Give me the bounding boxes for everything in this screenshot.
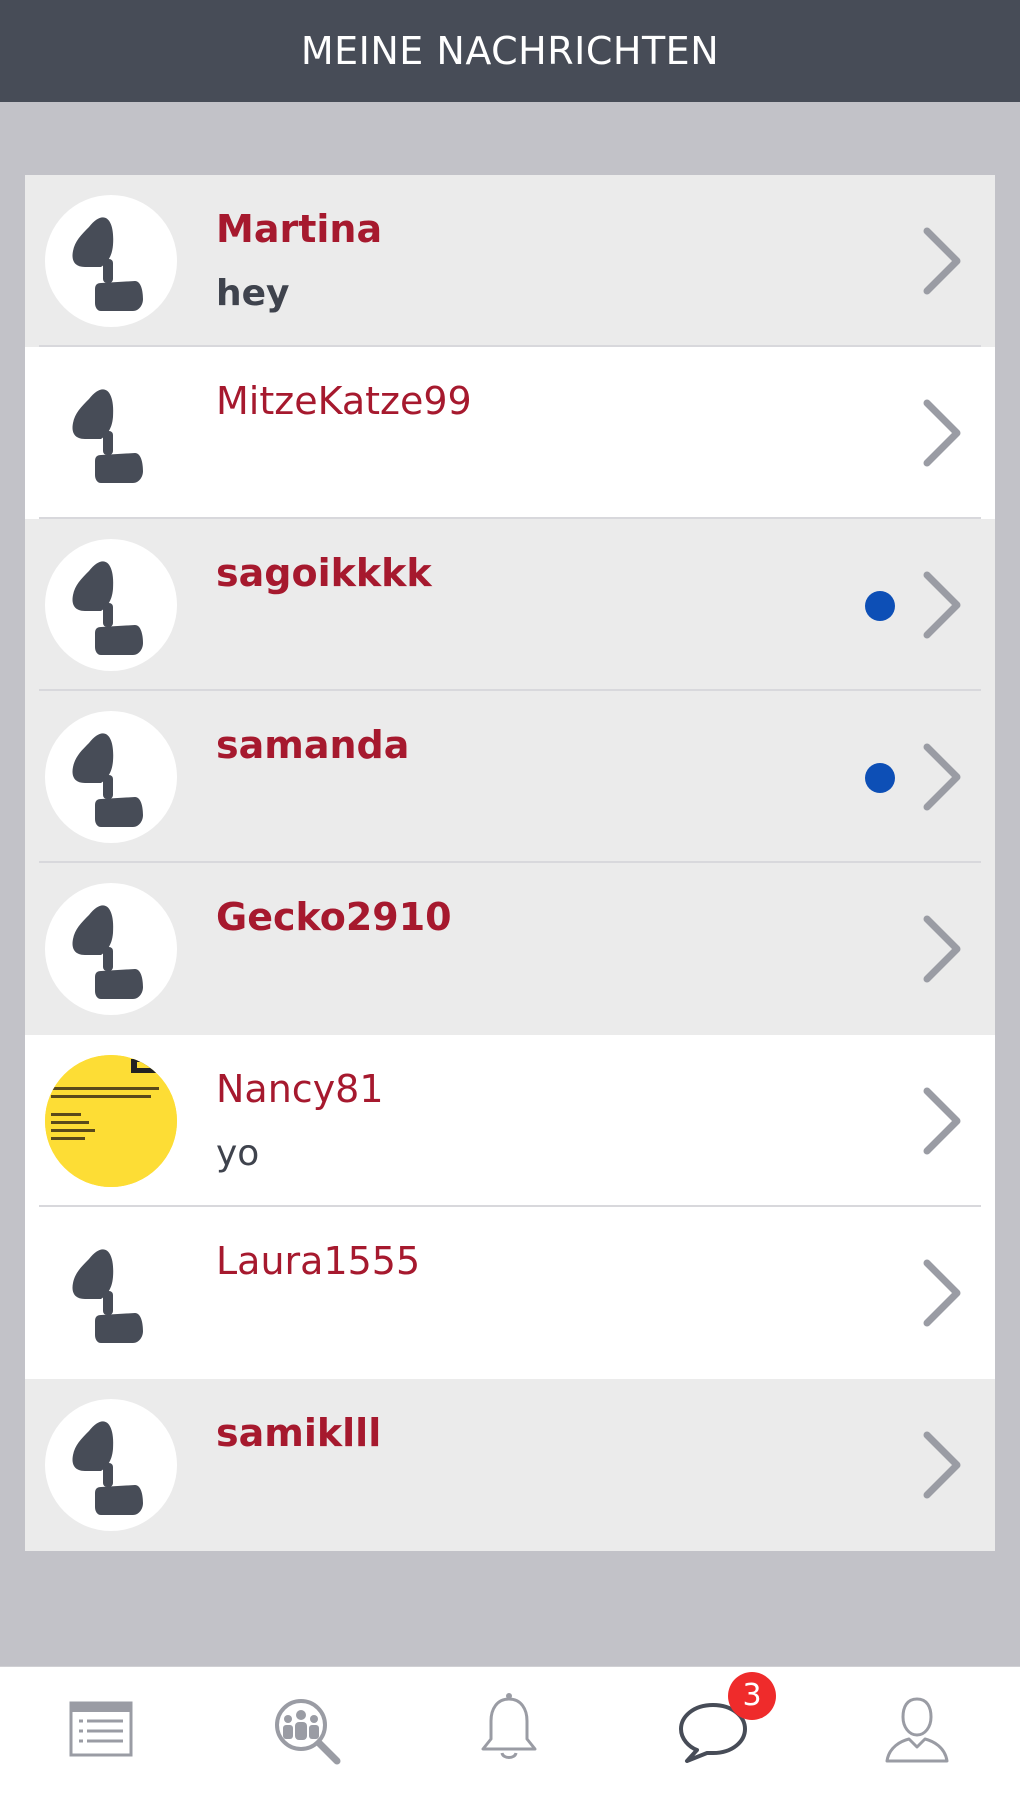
contact-name: samiklll <box>216 1411 382 1455</box>
contact-name: samanda <box>216 723 410 767</box>
avatar <box>45 195 177 327</box>
default-avatar-icon <box>72 1421 143 1515</box>
chevron-right-icon <box>923 743 961 811</box>
contact-name: Martina <box>216 207 383 251</box>
avatar <box>45 711 177 843</box>
page-title: MEINE NACHRICHTEN <box>300 29 720 73</box>
conversation-row-nancy81[interactable]: Nancy81 yo <box>25 1035 995 1207</box>
chevron-right-icon <box>923 1431 961 1499</box>
avatar <box>45 1227 177 1359</box>
chevron-right-icon <box>923 1259 961 1327</box>
default-avatar-icon <box>72 905 143 999</box>
bottom-tab-bar <box>0 1666 1020 1811</box>
avatar <box>45 539 177 671</box>
avatar <box>45 1399 177 1531</box>
tab-people-search[interactable] <box>263 1687 347 1771</box>
chevron-right-icon <box>923 227 961 295</box>
contact-name: Gecko2910 <box>216 895 452 939</box>
app-header: MEINE NACHRICHTEN <box>0 0 1020 102</box>
chevron-right-icon <box>923 915 961 983</box>
default-avatar-icon <box>72 217 143 311</box>
profile-icon <box>885 1697 949 1763</box>
tab-newsfeed[interactable] <box>59 1687 143 1771</box>
chevron-right-icon <box>923 571 961 639</box>
message-preview: hey <box>216 273 290 314</box>
people-search-icon <box>275 1699 341 1765</box>
default-avatar-icon <box>72 389 143 483</box>
conversation-row-samanda[interactable]: samanda <box>25 691 995 863</box>
tab-profile[interactable] <box>875 1687 959 1771</box>
newsfeed-icon <box>69 1701 133 1757</box>
contact-name: MitzeKatze99 <box>216 379 472 423</box>
conversation-row-laura1555[interactable]: Laura1555 <box>25 1207 995 1379</box>
unread-dot-indicator <box>865 591 895 621</box>
contact-name: Nancy81 <box>216 1067 384 1111</box>
unread-dot-indicator <box>865 763 895 793</box>
conversation-row-sagoikkkk[interactable]: sagoikkkk <box>25 519 995 691</box>
chevron-right-icon <box>923 399 961 467</box>
contact-name: sagoikkkk <box>216 551 432 595</box>
tab-notifications[interactable] <box>467 1687 551 1771</box>
default-avatar-icon <box>72 733 143 827</box>
avatar-photo <box>45 1055 177 1187</box>
chevron-right-icon <box>923 1087 961 1155</box>
user-photo-image <box>45 1055 177 1187</box>
default-avatar-icon <box>72 561 143 655</box>
default-avatar-icon <box>72 1249 143 1343</box>
contact-name: Laura1555 <box>216 1239 421 1283</box>
conversation-row-mitzekatze99[interactable]: MitzeKatze99 <box>25 347 995 519</box>
conversation-list: Martina hey MitzeKatze99 sagoikkkk saman… <box>25 175 995 1551</box>
conversation-row-martina[interactable]: Martina hey <box>25 175 995 347</box>
unread-count-badge: 3 <box>728 1672 776 1720</box>
bell-icon <box>481 1693 537 1759</box>
avatar <box>45 367 177 499</box>
avatar <box>45 883 177 1015</box>
conversation-row-gecko2910[interactable]: Gecko2910 <box>25 863 995 1035</box>
conversation-row-samiklll[interactable]: samiklll <box>25 1379 995 1551</box>
message-preview: yo <box>216 1133 260 1174</box>
